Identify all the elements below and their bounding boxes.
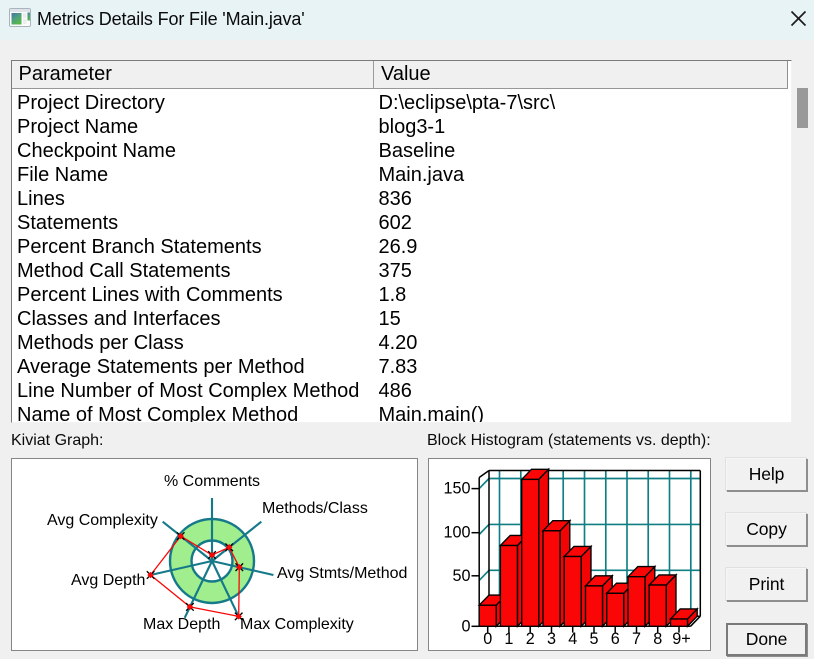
svg-text:150: 150 xyxy=(443,480,470,498)
svg-text:7: 7 xyxy=(632,630,641,648)
svg-text:5: 5 xyxy=(589,630,598,648)
svg-text:2: 2 xyxy=(526,630,535,648)
svg-text:0: 0 xyxy=(483,630,492,648)
svg-text:6: 6 xyxy=(611,630,620,648)
svg-text:9+: 9+ xyxy=(672,630,690,648)
svg-text:0: 0 xyxy=(461,617,470,635)
svg-text:50: 50 xyxy=(452,567,470,585)
svg-text:8: 8 xyxy=(653,630,662,648)
svg-text:100: 100 xyxy=(443,524,470,542)
svg-text:3: 3 xyxy=(547,630,556,648)
svg-text:4: 4 xyxy=(568,630,577,648)
svg-text:1: 1 xyxy=(504,630,513,648)
